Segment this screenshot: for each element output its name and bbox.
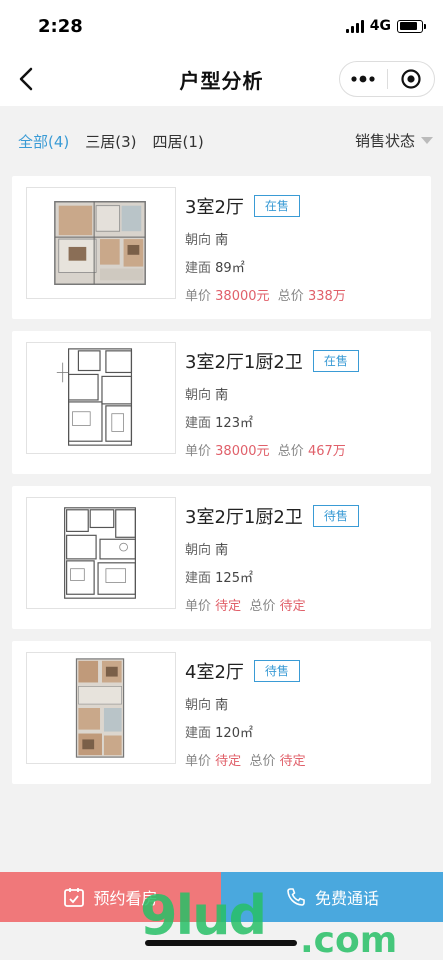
orientation-value: 南 [215,543,229,558]
area-label: 建面 [185,571,212,586]
total-price-label: 总价 [249,599,276,614]
status-time: 2:28 [38,15,83,37]
floor-plan-image [26,497,176,609]
status-bar: 2:28 4G [0,0,443,52]
network-type: 4G [369,18,391,34]
orientation-label: 朝向 [185,233,212,248]
unit-price-value: 38000元 [215,444,270,459]
area-line: 建面 120㎡ [185,722,423,741]
total-price-value: 467万 [307,444,346,459]
unit-price-label: 单价 [185,444,212,459]
unit-list: 3室2厅 在售 朝向 南 建面 89㎡ 单价 38000元 总价 338万 3室… [12,176,431,796]
status-icons: 4G [345,18,426,34]
unit-price-value: 38000元 [215,289,270,304]
unit-info: 3室2厅1厨2卫 待售 朝向 南 建面 125㎡ 单价 待定 总价 待定 [185,502,423,614]
unit-info: 3室2厅 在售 朝向 南 建面 89㎡ 单价 38000元 总价 338万 [185,192,423,304]
page-title: 户型分析 [179,68,264,93]
orientation-line: 朝向 南 [185,539,423,558]
unit-price-label: 单价 [185,599,212,614]
phone-icon [287,888,305,906]
total-price-value: 338万 [307,289,346,304]
area-unit: ㎡ [239,416,253,431]
unit-card[interactable]: 3室2厅1厨2卫 待售 朝向 南 建面 125㎡ 单价 待定 总价 待定 [12,486,431,629]
area-line: 建面 89㎡ [185,257,423,276]
orientation-value: 南 [215,233,229,248]
total-price-label: 总价 [249,754,276,769]
filter-tab-four-bedroom[interactable]: 四居(1) [153,131,204,152]
status-badge: 待售 [253,660,300,682]
status-badge: 在售 [312,350,359,372]
status-badge: 待售 [312,505,359,527]
orientation-line: 朝向 南 [185,229,423,248]
unit-title: 4室2厅 [185,662,244,683]
orientation-value: 南 [215,388,229,403]
orientation-line: 朝向 南 [185,384,423,403]
unit-info: 4室2厅 待售 朝向 南 建面 120㎡ 单价 待定 总价 待定 [185,657,423,769]
price-line: 单价 待定 总价 待定 [185,595,423,614]
unit-title: 3室2厅1厨2卫 [185,352,303,373]
sale-status-filter[interactable]: 销售状态 [355,130,433,151]
more-button[interactable] [340,62,387,96]
total-price-label: 总价 [277,289,304,304]
unit-title: 3室2厅1厨2卫 [185,507,303,528]
filter-bar: 全部(4) 三居(3) 四居(1) 销售状态 [0,106,443,176]
calendar-check-icon [64,888,85,907]
status-badge: 在售 [253,195,300,217]
unit-title: 3室2厅 [185,197,244,218]
area-value: 125 [215,571,240,586]
orientation-value: 南 [215,698,229,713]
more-dots-icon [351,75,375,83]
area-unit: ㎡ [239,571,253,586]
floor-plan-image [26,652,176,764]
area-unit: ㎡ [231,261,245,276]
unit-price-value: 待定 [215,754,242,769]
target-close-icon [401,69,421,89]
area-line: 建面 125㎡ [185,567,423,586]
area-value: 89 [215,261,232,276]
total-price-label: 总价 [277,444,304,459]
close-mini-program-button[interactable] [387,62,434,96]
floor-plan-image [26,187,176,299]
area-label: 建面 [185,416,212,431]
unit-price-label: 单价 [185,754,212,769]
price-line: 单价 38000元 总价 467万 [185,440,423,459]
mini-program-capsule [339,61,435,97]
price-line: 单价 待定 总价 待定 [185,750,423,769]
unit-card[interactable]: 3室2厅1厨2卫 在售 朝向 南 建面 123㎡ 单价 38000元 总价 46… [12,331,431,474]
unit-card[interactable]: 4室2厅 待售 朝向 南 建面 120㎡ 单价 待定 总价 待定 [12,641,431,784]
total-price-value: 待定 [279,599,306,614]
floor-plan-image [26,342,176,454]
orientation-label: 朝向 [185,698,212,713]
free-call-label: 免费通话 [314,889,379,908]
total-price-value: 待定 [279,754,306,769]
area-line: 建面 123㎡ [185,412,423,431]
nav-bar: 户型分析 [0,52,443,106]
area-unit: ㎡ [239,726,253,741]
unit-price-value: 待定 [215,599,242,614]
unit-card[interactable]: 3室2厅 在售 朝向 南 建面 89㎡ 单价 38000元 总价 338万 [12,176,431,319]
area-value: 123 [215,416,240,431]
area-label: 建面 [185,261,212,276]
unit-price-label: 单价 [185,289,212,304]
orientation-label: 朝向 [185,388,212,403]
price-line: 单价 38000元 总价 338万 [185,285,423,304]
watermark-text: 9lud [140,884,267,947]
dropdown-triangle-icon [421,136,433,144]
orientation-line: 朝向 南 [185,694,423,713]
filter-tab-three-bedroom[interactable]: 三居(3) [85,131,136,152]
battery-icon [397,19,426,33]
filter-tab-all[interactable]: 全部(4) [18,131,69,152]
sale-status-label: 销售状态 [354,132,415,150]
home-indicator [145,940,297,946]
signal-icon [345,19,364,33]
unit-info: 3室2厅1厨2卫 在售 朝向 南 建面 123㎡ 单价 38000元 总价 46… [185,347,423,459]
area-label: 建面 [185,726,212,741]
watermark-text-suffix: .com [300,920,398,960]
area-value: 120 [215,726,240,741]
orientation-label: 朝向 [185,543,212,558]
back-arrow-icon[interactable] [12,64,42,94]
